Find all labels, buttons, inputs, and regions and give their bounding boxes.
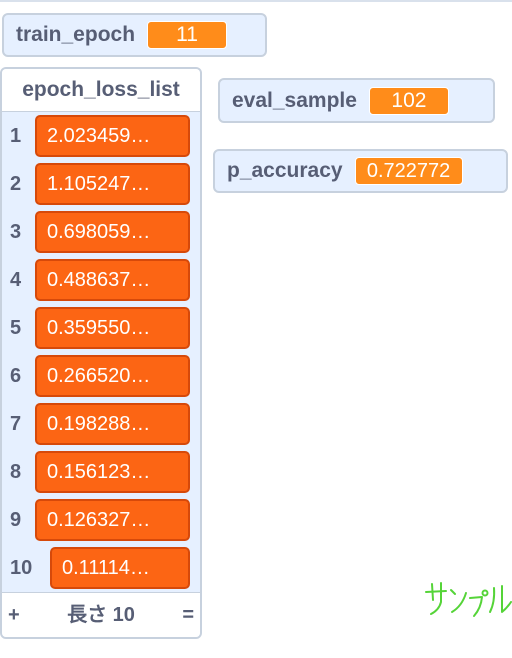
monitor-eval-sample[interactable]: eval_sample 102 bbox=[218, 78, 495, 123]
list-item: 1 2.023459… bbox=[2, 112, 200, 160]
monitor-value: 11 bbox=[147, 21, 228, 49]
list-item-value[interactable]: 0.11114… bbox=[50, 547, 190, 589]
list-item: 6 0.266520… bbox=[2, 352, 200, 400]
monitor-label: train_epoch bbox=[16, 23, 136, 46]
list-item-index: 3 bbox=[10, 221, 22, 243]
list-length-label: 長さ 10 bbox=[67, 604, 135, 626]
sample-watermark bbox=[425, 582, 512, 617]
list-item-value[interactable]: 0.266520… bbox=[35, 355, 190, 397]
list-item: 8 0.156123… bbox=[2, 448, 200, 496]
list-body[interactable]: 1 2.023459… 2 1.105247… 3 0.698059… 4 0.… bbox=[2, 112, 200, 594]
list-item-index: 8 bbox=[10, 461, 22, 483]
monitor-train-epoch[interactable]: train_epoch 11 bbox=[2, 13, 267, 57]
list-footer: 長さ 10 + = bbox=[2, 592, 200, 637]
list-item: 4 0.488637… bbox=[2, 256, 200, 304]
list-item-value[interactable]: 2.023459… bbox=[35, 115, 190, 157]
list-item-index: 4 bbox=[10, 269, 22, 291]
list-item-value[interactable]: 1.105247… bbox=[35, 163, 190, 205]
list-item-value[interactable]: 0.359550… bbox=[35, 307, 190, 349]
list-item-index: 5 bbox=[10, 317, 22, 339]
list-item: 9 0.126327… bbox=[2, 496, 200, 544]
list-item-index: 6 bbox=[10, 365, 22, 387]
list-item-index: 10 bbox=[10, 557, 33, 579]
list-item: 10 0.11114… bbox=[2, 544, 200, 592]
monitor-label: eval_sample bbox=[232, 88, 357, 112]
monitor-label: p_accuracy bbox=[227, 159, 343, 182]
list-monitor-epoch-loss[interactable]: epoch_loss_list 1 2.023459… 2 1.105247… … bbox=[0, 67, 202, 639]
list-item: 5 0.359550… bbox=[2, 304, 200, 352]
list-item-value[interactable]: 0.488637… bbox=[35, 259, 190, 301]
resize-handle[interactable]: = bbox=[182, 593, 194, 637]
list-item-value[interactable]: 0.126327… bbox=[35, 499, 190, 541]
list-item-value[interactable]: 0.198288… bbox=[35, 403, 190, 445]
stage: train_epoch 11 eval_sample 102 p_accurac… bbox=[0, 0, 512, 658]
list-item-index: 9 bbox=[10, 509, 22, 531]
list-title: epoch_loss_list bbox=[2, 69, 200, 112]
list-item: 3 0.698059… bbox=[2, 208, 200, 256]
list-item-index: 1 bbox=[10, 125, 22, 147]
add-item-button[interactable]: + bbox=[8, 593, 20, 637]
list-item-value[interactable]: 0.698059… bbox=[35, 211, 190, 253]
monitor-p-accuracy[interactable]: p_accuracy 0.722772 bbox=[213, 149, 508, 193]
list-item: 2 1.105247… bbox=[2, 160, 200, 208]
list-item-index: 2 bbox=[10, 173, 22, 195]
list-item: 7 0.198288… bbox=[2, 400, 200, 448]
list-item-value[interactable]: 0.156123… bbox=[35, 451, 190, 493]
top-divider bbox=[0, 0, 512, 2]
monitor-value: 0.722772 bbox=[354, 157, 463, 185]
list-item-index: 7 bbox=[10, 413, 22, 435]
monitor-value: 102 bbox=[368, 86, 449, 115]
